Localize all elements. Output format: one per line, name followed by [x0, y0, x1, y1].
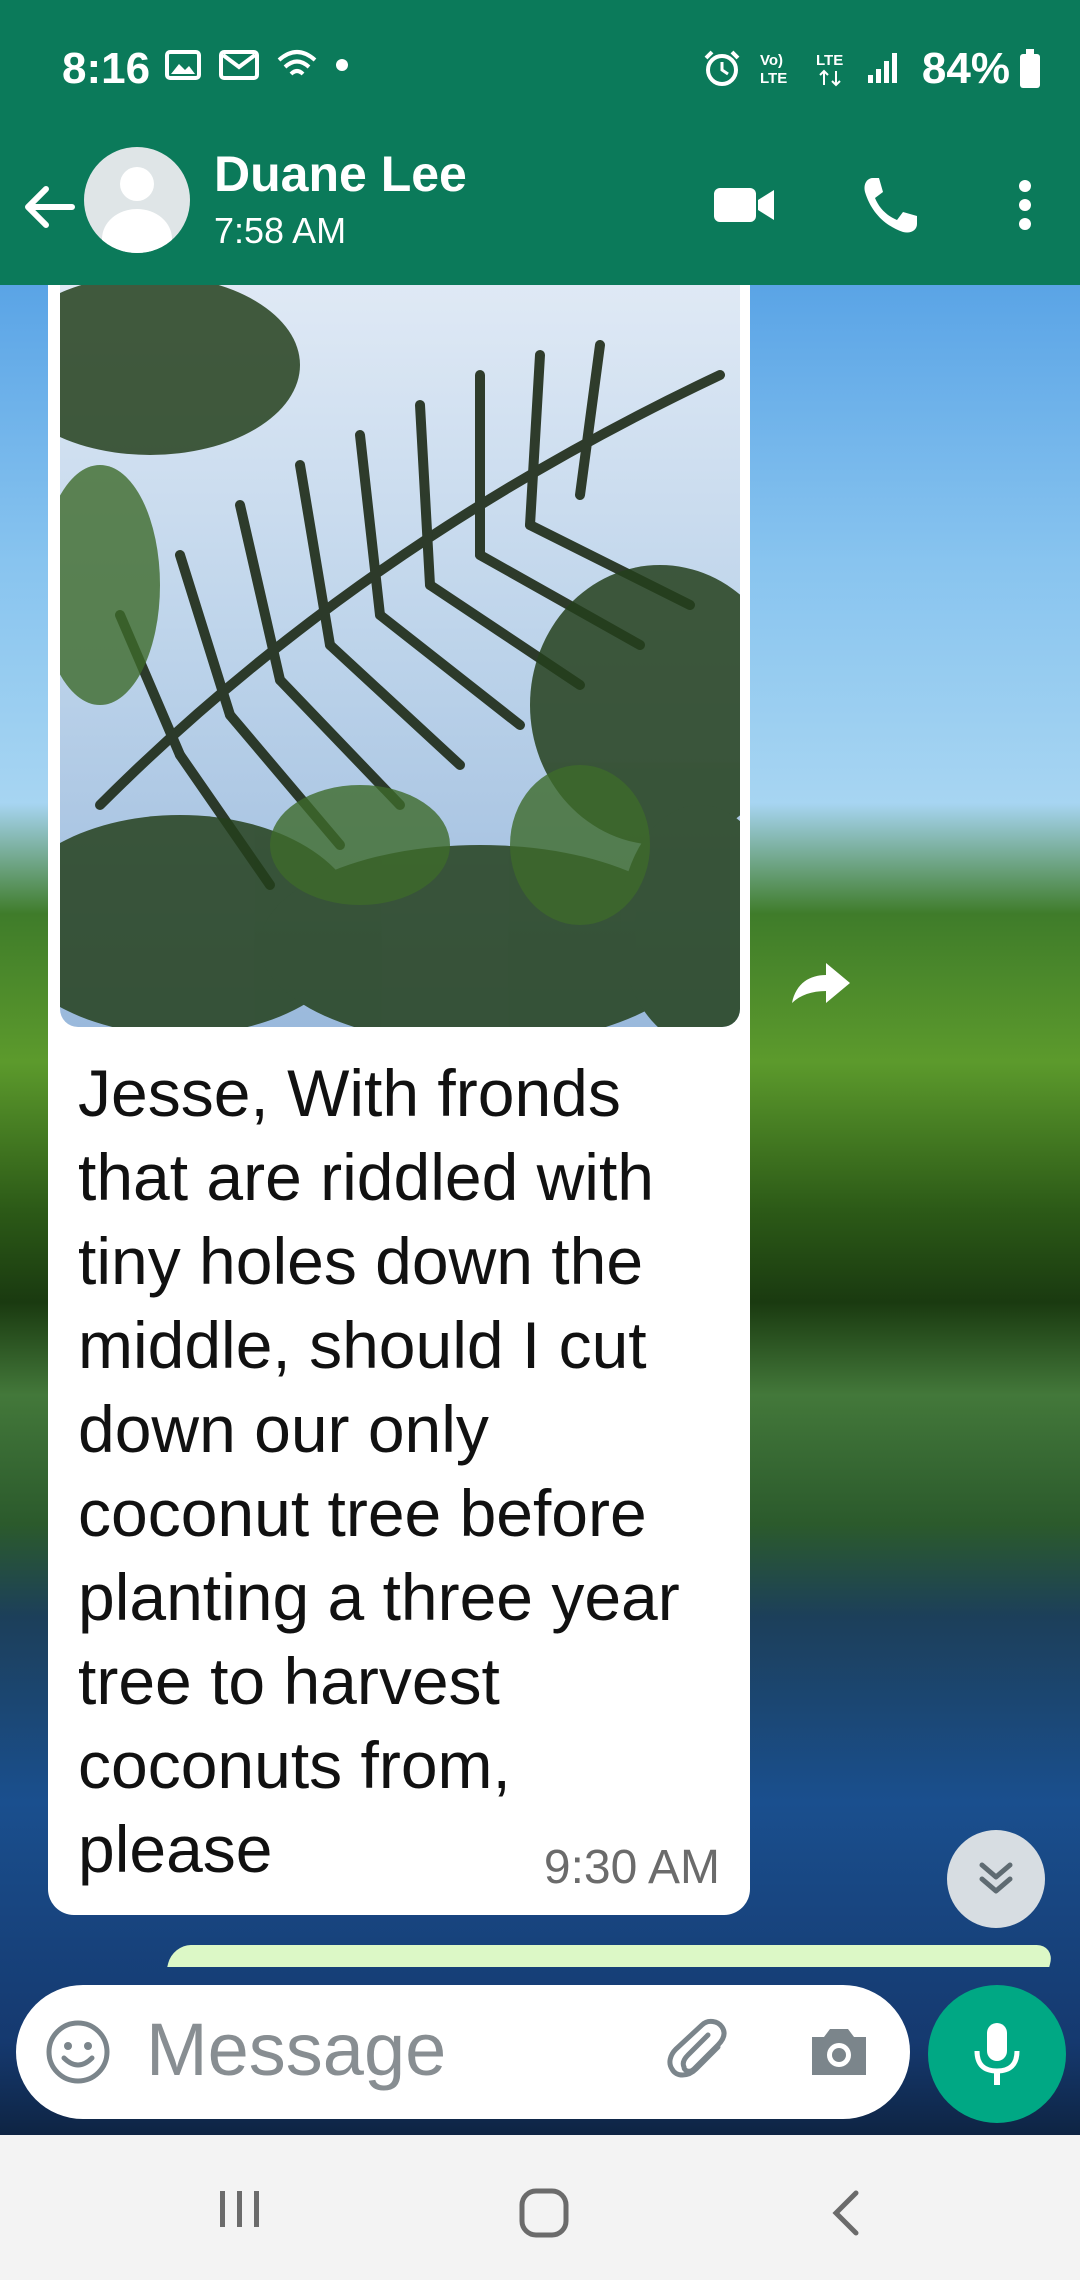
contact-name[interactable]: Duane Lee — [214, 145, 467, 203]
incoming-message-bubble[interactable]: Jesse, With fronds that are riddled with… — [48, 285, 750, 1915]
outgoing-message-bubble-edge[interactable] — [167, 1945, 1055, 1967]
lte-icon: LTE — [816, 52, 843, 87]
video-call-icon[interactable] — [710, 170, 780, 240]
alarm-icon — [704, 50, 740, 86]
back-arrow-icon[interactable] — [20, 177, 80, 237]
chat-area[interactable]: Jesse, With fronds that are riddled with… — [0, 285, 1080, 2135]
signal-icon — [868, 53, 897, 83]
status-bar: 8:16 Vo) LTE LTE 84% — [0, 0, 1080, 140]
avatar[interactable] — [84, 147, 190, 253]
voice-call-icon[interactable] — [855, 170, 925, 240]
voice-record-button[interactable] — [928, 1985, 1066, 2123]
mail-icon — [219, 50, 259, 80]
forward-icon[interactable] — [786, 953, 856, 1013]
double-chevron-down-icon — [979, 1862, 1013, 1894]
message-input[interactable]: Message — [146, 2007, 446, 2092]
recents-icon[interactable] — [216, 2187, 264, 2231]
chat-header: Duane Lee 7:58 AM — [0, 140, 1080, 285]
contact-last-seen[interactable]: 7:58 AM — [214, 210, 346, 252]
volte-icon: Vo) LTE — [760, 52, 787, 87]
system-navigation-bar — [0, 2135, 1080, 2280]
microphone-icon — [974, 2023, 1020, 2085]
message-time: 9:30 AM — [543, 1841, 720, 1894]
system-icons: Vo) LTE LTE — [702, 48, 900, 88]
more-options-icon[interactable] — [990, 170, 1060, 240]
nav-back-icon[interactable] — [826, 2187, 866, 2239]
message-input-bar[interactable]: Message — [16, 1985, 910, 2119]
wifi-icon — [277, 50, 317, 76]
battery-icon — [1020, 49, 1040, 88]
emoji-icon[interactable] — [44, 2018, 112, 2086]
image-icon — [165, 50, 201, 80]
svg-text:Vo): Vo) — [760, 52, 783, 69]
message-photo[interactable] — [60, 285, 740, 1027]
notification-icons — [165, 48, 349, 82]
status-time: 8:16 — [62, 44, 151, 93]
svg-text:LTE: LTE — [760, 70, 787, 87]
scroll-to-bottom-button[interactable] — [947, 1830, 1045, 1928]
svg-text:LTE: LTE — [816, 52, 843, 69]
battery-percent: 84% — [921, 44, 1010, 93]
attach-icon[interactable] — [666, 2017, 736, 2087]
home-icon[interactable] — [518, 2187, 570, 2239]
message-text: Jesse, With fronds that are riddled with… — [78, 1056, 680, 1886]
camera-icon[interactable] — [806, 2019, 872, 2085]
dot-icon — [336, 59, 348, 71]
